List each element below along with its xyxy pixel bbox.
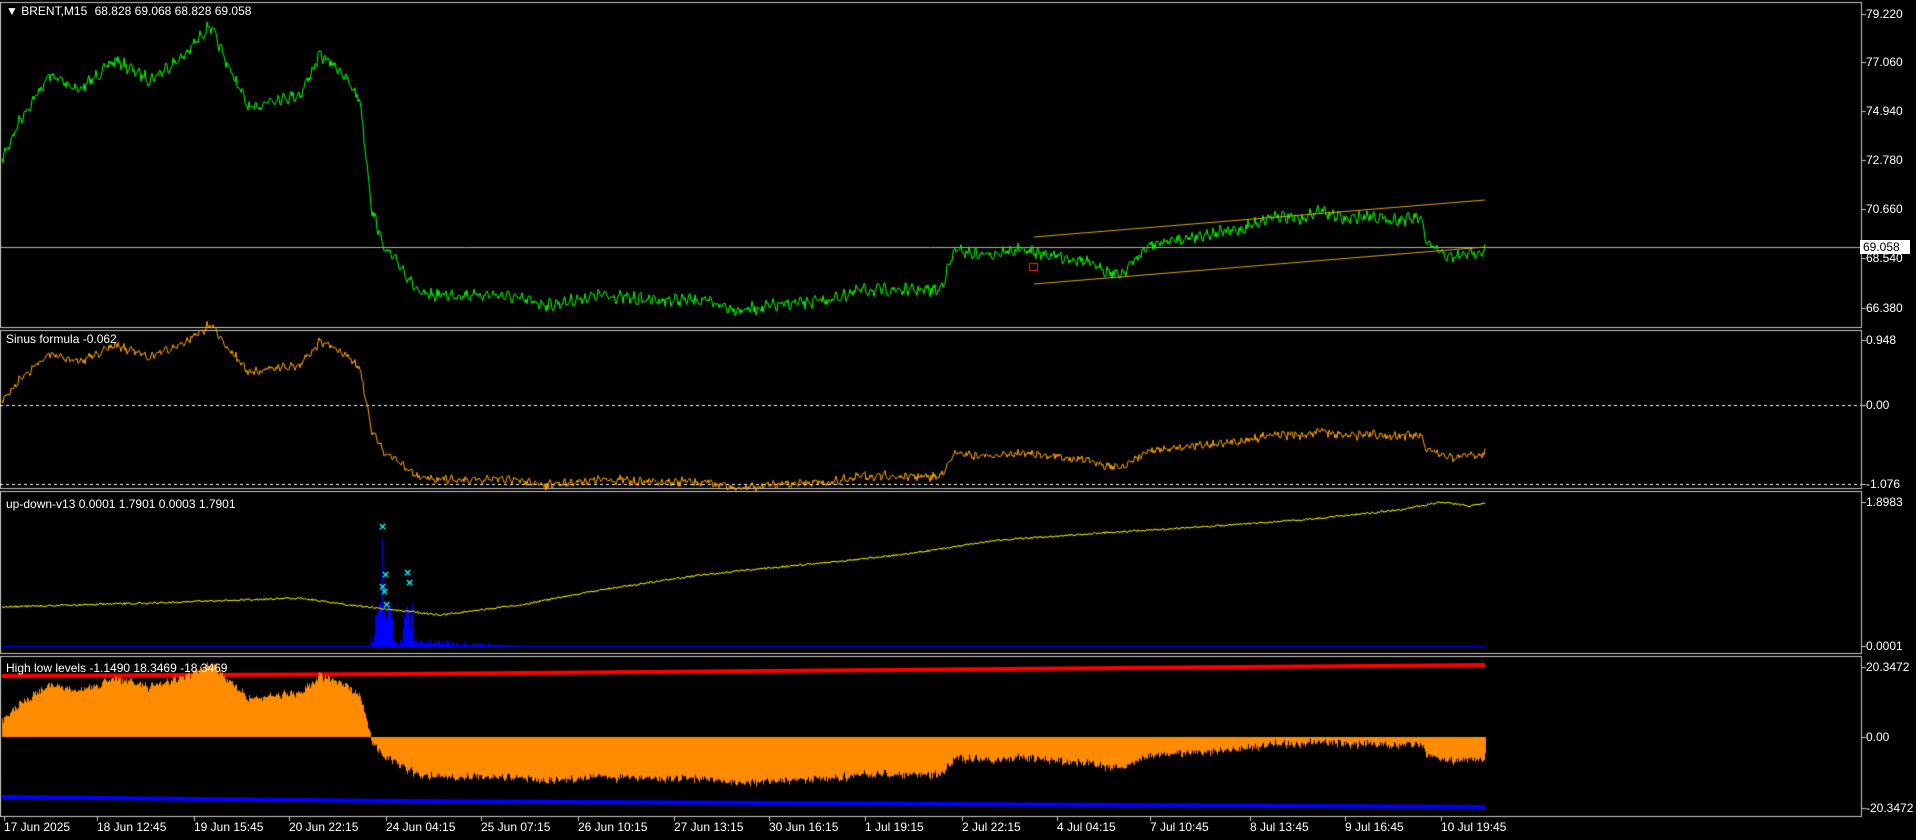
price-tick-1: 79.220 (1866, 7, 1903, 21)
chart-canvas[interactable] (0, 0, 1916, 840)
time-tick: 20 Jun 22:15 (289, 820, 359, 834)
sinus-tick-top: 0.948 (1866, 333, 1897, 347)
time-tick: 8 Jul 13:45 (1250, 820, 1309, 834)
time-tick: 19 Jun 15:45 (194, 820, 264, 834)
highlow-tick-bottom: -20.3472 (1866, 801, 1914, 815)
updown-tick-bottom: 0.0001 (1866, 639, 1903, 653)
collapse-triangle-icon[interactable]: ▼ (6, 4, 18, 18)
updown-label: up-down-v13 0.0001 1.7901 0.0003 1.7901 (6, 497, 236, 511)
price-tick-4: 72.780 (1866, 153, 1903, 167)
price-tick-2: 77.060 (1866, 55, 1903, 69)
time-tick: 24 Jun 04:15 (386, 820, 456, 834)
time-tick: 25 Jun 07:15 (481, 820, 551, 834)
ohlc-values: 68.828 69.068 68.828 69.058 (94, 4, 252, 18)
time-tick: 9 Jul 16:45 (1345, 820, 1404, 834)
highlow-tick-top: 20.3472 (1866, 660, 1910, 674)
time-tick: 30 Jun 16:15 (769, 820, 839, 834)
symbol-header[interactable]: ▼ BRENT,M15 68.828 69.068 68.828 69.058 (6, 4, 251, 18)
price-tick-5: 70.660 (1866, 202, 1903, 216)
highlow-tick-zero: 0.00 (1866, 730, 1890, 744)
highlow-label: High low levels -1.1490 18.3469 -18.3469 (6, 661, 228, 675)
time-tick: 10 Jul 19:45 (1441, 820, 1507, 834)
price-tick-7: 66.380 (1866, 301, 1903, 315)
sinus-tick-zero: 0.00 (1866, 398, 1890, 412)
current-price-tag: 69.058 (1860, 240, 1910, 254)
time-tick: 27 Jun 13:15 (674, 820, 744, 834)
time-tick: 2 Jul 22:15 (962, 820, 1021, 834)
time-tick: 17 Jun 2025 (4, 820, 71, 834)
updown-tick-top: 1.8983 (1866, 495, 1903, 509)
time-tick: 7 Jul 10:45 (1150, 820, 1209, 834)
price-tick-3: 74.940 (1866, 104, 1903, 118)
time-tick: 18 Jun 12:45 (97, 820, 167, 834)
time-tick: 26 Jun 10:15 (578, 820, 648, 834)
symbol-label: BRENT,M15 (21, 4, 88, 18)
time-tick: 4 Jul 04:15 (1057, 820, 1116, 834)
time-tick: 1 Jul 19:15 (865, 820, 924, 834)
sinus-label: Sinus formula -0.062 (6, 332, 117, 346)
sinus-tick-bottom: -1.076 (1866, 477, 1901, 491)
